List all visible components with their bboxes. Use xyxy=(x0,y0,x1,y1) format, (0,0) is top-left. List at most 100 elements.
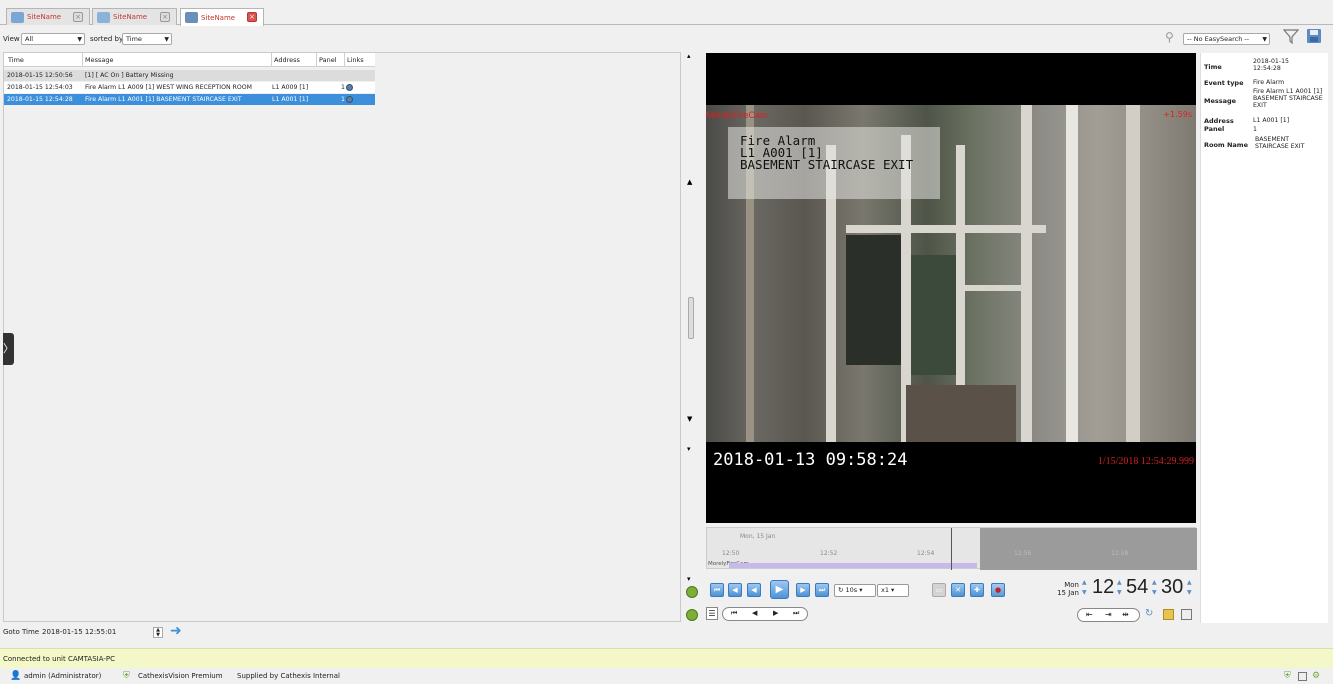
chevron-down-icon[interactable]: ▼ xyxy=(687,415,692,423)
prev-frame-icon[interactable]: ◀ xyxy=(752,609,757,617)
supplier-text: Supplied by Cathexis Internal xyxy=(237,672,340,680)
easysearch-value: -- No EasySearch -- xyxy=(1187,35,1250,43)
spin-up-icon[interactable]: ▲ xyxy=(1082,579,1087,586)
first-frame-icon[interactable]: ⏮ xyxy=(731,609,737,618)
clock-minute[interactable]: 54 xyxy=(1126,576,1148,599)
goto-time-input[interactable]: 2018-01-15 12:55:01 xyxy=(42,626,116,638)
spin-down-icon[interactable]: ▼ xyxy=(1082,589,1087,596)
close-icon[interactable]: × xyxy=(247,12,257,22)
sync-back-icon[interactable]: ⇤ xyxy=(1086,610,1093,619)
timeline-cursor[interactable] xyxy=(951,528,952,570)
grid-icon[interactable] xyxy=(1163,609,1174,620)
user-icon: 👤 xyxy=(10,671,22,681)
speed-select[interactable]: x1 ▾ xyxy=(877,584,909,597)
row-message: Fire Alarm L1 A009 [1] WEST WING RECEPTI… xyxy=(85,84,252,91)
sync-both-icon[interactable]: ⇹ xyxy=(1122,610,1129,619)
sync-group: ⇤ ⇥ ⇹ xyxy=(1077,608,1140,622)
last-frame-icon[interactable]: ⏭ xyxy=(793,609,799,618)
column-divider[interactable] xyxy=(271,53,272,67)
easysearch-select[interactable]: -- No EasySearch -- ▼ xyxy=(1183,33,1270,45)
row-links-count: 1 xyxy=(341,84,345,91)
table-row[interactable]: 2018-01-15 12:54:28 Fire Alarm L1 A001 [… xyxy=(4,94,375,105)
column-header-message[interactable]: Message xyxy=(85,55,114,65)
column-header-time[interactable]: Time xyxy=(8,55,24,65)
chevron-down-icon[interactable]: ▾ xyxy=(687,575,691,583)
sort-select[interactable]: Time ▼ xyxy=(122,33,172,45)
skip-start-button[interactable]: ⏮ xyxy=(710,583,724,597)
next-frame-icon[interactable]: ▶ xyxy=(773,609,778,617)
event-list-pane: Time Message Address Panel Links 2018-01… xyxy=(3,52,681,622)
splitter-handle[interactable] xyxy=(688,297,694,339)
grid-header: Time Message Address Panel Links xyxy=(4,53,375,67)
footer-bar: 👤 admin (Administrator) ⛨ CathexisVision… xyxy=(0,669,1333,684)
clock-second[interactable]: 30 xyxy=(1161,576,1183,599)
search-icon[interactable]: ⚲ xyxy=(1165,30,1174,44)
close-icon[interactable]: × xyxy=(160,12,170,22)
chevron-up-icon[interactable]: ▴ xyxy=(687,52,691,60)
window-icon[interactable] xyxy=(1298,672,1307,681)
column-header-address[interactable]: Address xyxy=(274,55,300,65)
product-name: CathexisVision Premium xyxy=(138,672,223,680)
spin-up-icon[interactable]: ▲ xyxy=(1117,579,1122,586)
rotate-icon[interactable]: ↻ xyxy=(1145,608,1153,619)
spin-down-icon[interactable]: ▼ xyxy=(1187,589,1192,596)
timeline[interactable]: Mon, 15 Jan 12:50 12:52 12:54 12:56 12:5… xyxy=(706,527,1197,570)
settings-icon[interactable]: ⚙ xyxy=(1312,669,1320,684)
detail-event-type-value: Fire Alarm xyxy=(1253,79,1285,86)
view-label: View xyxy=(3,35,20,43)
sync-to-icon[interactable]: ⇥ xyxy=(1105,610,1112,619)
save-icon[interactable] xyxy=(1306,28,1322,44)
view-select-value: All xyxy=(25,35,34,43)
spin-up-icon[interactable]: ▲ xyxy=(1152,579,1157,586)
chevron-up-icon[interactable]: ▲ xyxy=(687,178,692,186)
fullscreen-icon[interactable] xyxy=(1181,609,1192,620)
view-select[interactable]: All ▼ xyxy=(21,33,85,45)
column-header-links[interactable]: Links xyxy=(347,55,364,65)
splitter-scroll[interactable]: ▴ ▲ ▼ ▾ ▾ xyxy=(684,52,698,622)
chevron-down-icon[interactable]: ▾ xyxy=(687,445,691,453)
row-time: 2018-01-15 12:54:03 xyxy=(7,84,73,91)
list-icon[interactable]: ☰ xyxy=(706,607,718,620)
spin-down-icon[interactable]: ▼ xyxy=(1117,589,1122,596)
step-size-select[interactable]: ↻ 10s ▾ xyxy=(834,584,876,597)
detail-time-label: Time xyxy=(1204,63,1222,71)
reverse-play-button[interactable]: ◀ xyxy=(747,583,761,597)
snapshot-button[interactable]: ✚ xyxy=(970,583,984,597)
goto-time-spinner[interactable]: ▲ ▼ xyxy=(153,627,163,638)
go-arrow-icon[interactable]: ➜ xyxy=(170,623,182,639)
tab-sitename-3[interactable]: SiteName × xyxy=(180,8,264,26)
speed-value: x1 xyxy=(881,586,889,594)
step-forward-button[interactable]: ▶ xyxy=(796,583,810,597)
camera-name: MorelyFireCam xyxy=(706,110,768,120)
spin-up-icon[interactable]: ▲ xyxy=(1187,579,1192,586)
camera-link-icon[interactable] xyxy=(346,84,353,91)
sorted-by-label: sorted by xyxy=(90,35,124,43)
camera-offset: +1.59s xyxy=(1163,110,1192,119)
skip-end-button[interactable]: ⏭ xyxy=(815,583,829,597)
table-row[interactable]: 2018-01-15 12:50:56 [1] [ AC On ] Batter… xyxy=(4,70,375,81)
bookmark-button[interactable]: ✕ xyxy=(951,583,965,597)
spin-down-icon[interactable]: ▼ xyxy=(1152,589,1157,596)
row-address: L1 A009 [1] xyxy=(272,84,309,91)
event-details-panel: Time 2018-01-15 12:54:28 Event type Fire… xyxy=(1200,53,1328,623)
export-button[interactable]: ▭ xyxy=(932,583,946,597)
column-divider[interactable] xyxy=(344,53,345,67)
clock-hour[interactable]: 12 xyxy=(1092,576,1114,599)
tab-sitename-2[interactable]: SiteName × xyxy=(92,8,177,25)
shield-icon: ⛨ xyxy=(1284,671,1291,681)
tab-sitename-1[interactable]: SiteName × xyxy=(6,8,90,25)
close-icon[interactable]: × xyxy=(73,12,83,22)
column-divider[interactable] xyxy=(316,53,317,67)
panel-expand-handle[interactable]: 〉 xyxy=(3,333,14,365)
clock-date-value: 15 Jan xyxy=(1057,589,1079,597)
user-name: admin (Administrator) xyxy=(24,672,102,680)
column-divider[interactable] xyxy=(82,53,83,67)
step-back-button[interactable]: ◀ xyxy=(728,583,742,597)
filter-icon[interactable] xyxy=(1283,28,1299,44)
column-header-panel[interactable]: Panel xyxy=(319,55,337,65)
record-button[interactable]: ● xyxy=(991,583,1005,597)
play-button[interactable]: ▶ xyxy=(770,580,789,599)
video-viewer[interactable]: Fire Alarm L1 A001 [1] BASEMENT STAIRCAS… xyxy=(706,53,1196,523)
table-row[interactable]: 2018-01-15 12:54:03 Fire Alarm L1 A009 [… xyxy=(4,82,375,93)
camera-link-icon[interactable] xyxy=(346,96,353,103)
